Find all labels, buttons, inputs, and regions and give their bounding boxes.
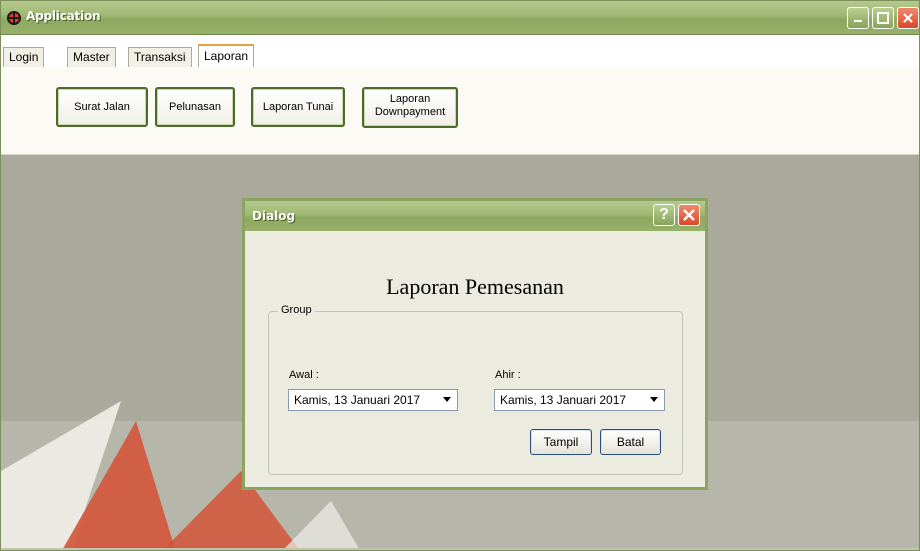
dialog-heading: Laporan Pemesanan [386,274,564,299]
chevron-down-icon [443,397,451,402]
ahir-label: Ahir : [495,369,521,381]
dialog-window: Dialog ? Laporan Pemesanan Group Awal : … [242,198,708,490]
main-window: Application Login Master Transaksi Lapor… [0,0,920,551]
help-icon: ? [659,206,669,223]
group-label: Group [278,304,315,316]
group-box: Group Awal : Kamis, 13 Januari 2017 Ahir… [268,304,683,475]
tampil-button[interactable]: Tampil [530,429,592,455]
awal-label: Awal : [289,369,319,381]
ahir-date-picker[interactable]: Kamis, 13 Januari 2017 [494,389,665,411]
batal-button[interactable]: Batal [600,429,661,455]
chevron-down-icon [650,397,658,402]
awal-date-value: Kamis, 13 Januari 2017 [294,393,421,407]
dialog-title: Dialog [252,209,296,223]
dialog-title-bar[interactable]: Dialog ? [245,201,705,231]
awal-date-picker[interactable]: Kamis, 13 Januari 2017 [288,389,458,411]
help-button[interactable]: ? [653,204,675,226]
ahir-date-value: Kamis, 13 Januari 2017 [500,393,627,407]
close-icon [683,209,695,221]
dialog-close-button[interactable] [678,204,700,226]
